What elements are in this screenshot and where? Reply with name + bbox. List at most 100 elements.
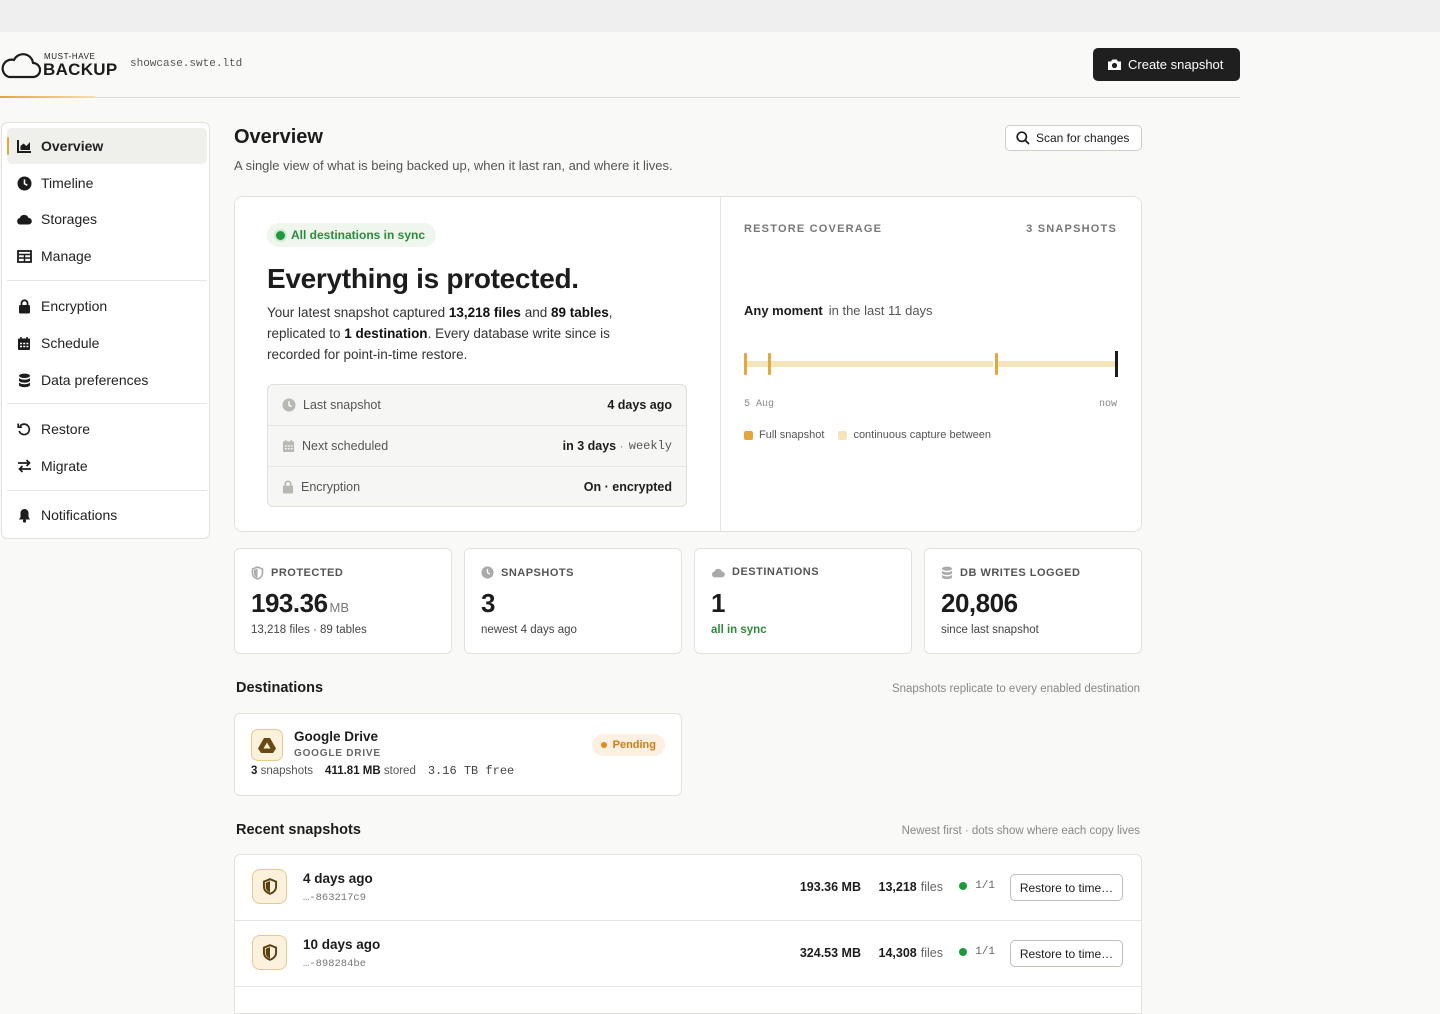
snapshot-id: …-863217c9 bbox=[303, 892, 367, 904]
card-divider bbox=[720, 197, 721, 531]
sidebar-item-encryption[interactable]: Encryption bbox=[7, 288, 207, 324]
sidebar-item-overview[interactable]: Overview bbox=[7, 128, 207, 164]
destination-free-space: 3.16 TB free bbox=[427, 764, 515, 778]
snapshot-size: 193.36 MB bbox=[799, 880, 861, 894]
protection-summary-card: All destinations in sync Everything is p… bbox=[234, 196, 1142, 532]
restore-window: Any moment in the last 11 days bbox=[744, 303, 933, 318]
logo-wordmark: BACKUP bbox=[43, 60, 118, 79]
destination-count: 1 destination bbox=[344, 326, 428, 341]
shield-icon bbox=[252, 869, 287, 904]
sidebar-item-notifications[interactable]: Notifications bbox=[7, 497, 207, 533]
sidebar-item-label: Manage bbox=[41, 248, 92, 264]
stat-value: 20,806 bbox=[941, 588, 1018, 618]
coverage-timeline[interactable] bbox=[744, 351, 1118, 377]
info-label: Next scheduled bbox=[282, 439, 563, 453]
create-snapshot-button[interactable]: Create snapshot bbox=[1093, 48, 1240, 81]
sidebar-item-data-preferences[interactable]: Data preferences bbox=[7, 362, 207, 398]
snapshot-row[interactable]: 4 days ago …-863217c9 193.36 MB 13,218 fi… bbox=[235, 855, 1141, 921]
stat-card-protected: PROTECTED 193.36 MB 13,218 files · 89 tab… bbox=[234, 548, 452, 654]
restore-window-range: in the last 11 days bbox=[828, 303, 933, 318]
stat-number: 193.36 bbox=[251, 588, 328, 618]
legend-swatch bbox=[744, 430, 753, 440]
schedule-frequency: weekly bbox=[628, 438, 672, 453]
stat-card-snapshots: SNAPSHOTS 3 newest 4 days ago bbox=[464, 548, 682, 654]
search-icon bbox=[1016, 131, 1030, 145]
count-value: 3 bbox=[251, 765, 258, 777]
info-row-encryption: Encryption On · encrypted bbox=[268, 466, 686, 506]
stat-label-text: DESTINATIONS bbox=[732, 566, 820, 578]
clock-icon bbox=[282, 398, 296, 412]
scan-label: Scan for changes bbox=[1036, 131, 1130, 145]
scan-for-changes-button[interactable]: Scan for changes bbox=[1005, 125, 1142, 151]
stored-label: stored bbox=[383, 765, 416, 777]
sidebar-item-restore[interactable]: Restore bbox=[7, 411, 207, 447]
sidebar-item-label: Schedule bbox=[41, 335, 100, 351]
snapshot-row[interactable]: 10 days ago …-898284be 324.53 MB 14,308 f… bbox=[235, 921, 1141, 987]
files-label: files bbox=[920, 946, 943, 960]
sidebar-item-schedule[interactable]: Schedule bbox=[7, 325, 207, 361]
snapshot-count-label: 3 SNAPSHOTS bbox=[1026, 223, 1117, 235]
destination-type: GOOGLE DRIVE bbox=[294, 748, 381, 759]
sidebar-item-label: Storages bbox=[41, 211, 98, 227]
calendar-icon bbox=[16, 335, 32, 351]
capture-segment bbox=[746, 361, 768, 367]
legend-swatch bbox=[838, 430, 848, 440]
google-drive-icon bbox=[251, 729, 283, 761]
copies-value: 1/1 bbox=[975, 946, 995, 958]
bell-icon bbox=[16, 507, 32, 523]
status-dot bbox=[600, 742, 607, 748]
sidebar-item-migrate[interactable]: Migrate bbox=[7, 448, 207, 484]
sidebar-divider bbox=[7, 490, 207, 491]
logo[interactable]: MUST-HAVE BACKUP bbox=[0, 50, 118, 80]
destinations-heading: Destinations bbox=[236, 680, 324, 696]
create-snapshot-label: Create snapshot bbox=[1128, 57, 1224, 72]
sidebar-item-label: Timeline bbox=[41, 175, 94, 191]
stat-label: PROTECTED bbox=[251, 566, 343, 580]
sidebar-item-storages[interactable]: Storages bbox=[7, 201, 207, 237]
status-dot bbox=[276, 230, 285, 240]
destination-card[interactable]: Google Drive GOOGLE DRIVE 3 snapshots 41… bbox=[234, 713, 682, 796]
full-snapshot-marker[interactable] bbox=[744, 353, 747, 375]
snapshot-age: 4 days ago bbox=[303, 871, 373, 886]
destinations-note: Snapshots replicate to every enabled des… bbox=[891, 683, 1140, 695]
sync-status-label: All destinations in sync bbox=[291, 228, 426, 242]
status-label: Pending bbox=[612, 739, 656, 751]
sync-status-badge: All destinations in sync bbox=[267, 223, 437, 247]
timeline-end-label: now bbox=[1098, 399, 1117, 410]
text-part: Your latest snapshot captured bbox=[267, 305, 449, 320]
sidebar-item-label: Migrate bbox=[41, 458, 88, 474]
sidebar-item-label: Notifications bbox=[41, 507, 118, 523]
copy-status-dot bbox=[959, 882, 968, 890]
capture-segment bbox=[998, 361, 1116, 367]
swap-icon bbox=[16, 458, 32, 474]
protection-description: Your latest snapshot captured 13,218 fil… bbox=[267, 302, 647, 365]
stat-unit: MB bbox=[329, 600, 350, 615]
files-value: 13,218 bbox=[878, 880, 917, 894]
sidebar-item-timeline[interactable]: Timeline bbox=[7, 165, 207, 201]
info-separator: · bbox=[616, 438, 627, 453]
legend-item-full: Full snapshot bbox=[744, 429, 824, 441]
sidebar-divider bbox=[7, 403, 207, 404]
full-snapshot-marker[interactable] bbox=[768, 353, 771, 375]
restore-to-time-button[interactable]: Restore to time… bbox=[1010, 940, 1123, 967]
sidebar-item-label: Restore bbox=[41, 421, 91, 437]
clock-icon bbox=[481, 566, 494, 579]
chart-icon bbox=[16, 138, 32, 154]
snapshot-files: 14,308 files bbox=[879, 946, 943, 960]
restore-to-time-button[interactable]: Restore to time… bbox=[1010, 874, 1123, 901]
full-snapshot-marker[interactable] bbox=[995, 353, 998, 375]
files-count: 13,218 files bbox=[448, 305, 521, 320]
restore-coverage-label: RESTORE COVERAGE bbox=[744, 223, 883, 235]
protection-title: Everything is protected. bbox=[267, 263, 579, 294]
recent-snapshots-note: Newest first · dots show where each copy… bbox=[901, 825, 1140, 837]
calendar-icon bbox=[282, 439, 295, 452]
camera-icon bbox=[1108, 59, 1121, 70]
info-label-text: Next scheduled bbox=[302, 438, 389, 453]
database-icon bbox=[16, 372, 32, 388]
destination-snapshot-count: 3 snapshots bbox=[251, 765, 313, 777]
info-row-last-snapshot: Last snapshot 4 days ago bbox=[268, 385, 686, 425]
sidebar-item-manage[interactable]: Manage bbox=[7, 238, 207, 274]
legend-label: Full snapshot bbox=[759, 429, 825, 441]
destination-name: Google Drive bbox=[294, 729, 379, 744]
restore-window-strong: Any moment bbox=[744, 303, 823, 318]
